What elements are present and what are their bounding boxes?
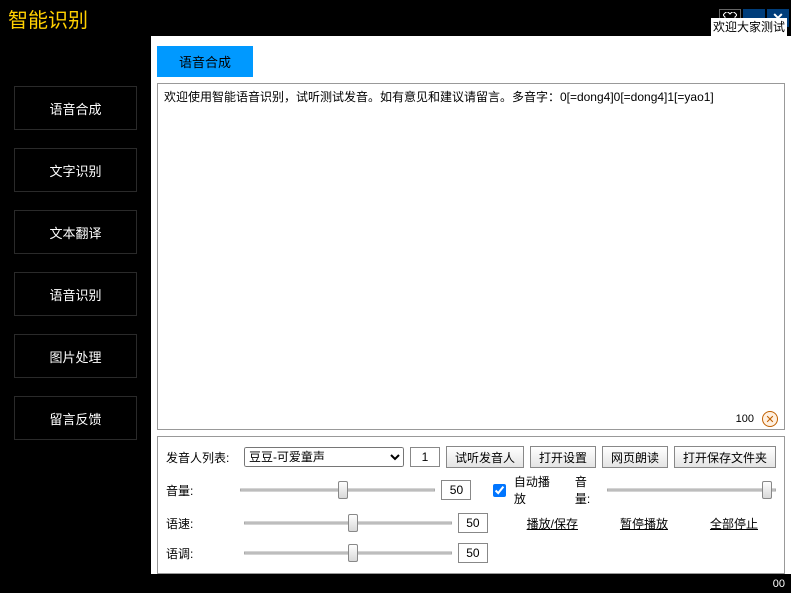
sidebar-item-tts[interactable]: 语音合成	[14, 86, 137, 130]
statusbar: 00	[0, 574, 791, 593]
stop-all-link[interactable]: 全部停止	[710, 515, 758, 532]
sidebar-item-asr[interactable]: 语音识别	[14, 272, 137, 316]
volume2-label: 音量:	[575, 473, 601, 507]
controls-panel: 发音人列表: 豆豆-可爱童声 试听发音人 打开设置 网页朗读 打开保存文件夹 音…	[157, 436, 785, 574]
voice-list-label: 发音人列表:	[166, 449, 238, 466]
sidebar-item-ocr[interactable]: 文字识别	[14, 148, 137, 192]
content-textarea[interactable]	[158, 84, 784, 429]
clear-icon[interactable]: ✕	[762, 411, 778, 427]
speed-value[interactable]	[458, 513, 488, 533]
pitch-label: 语调:	[166, 545, 238, 562]
autoplay-label: 自动播放	[514, 473, 559, 507]
speed-label: 语速:	[166, 515, 238, 532]
web-read-button[interactable]: 网页朗读	[602, 446, 668, 468]
tab-row: 语音合成	[151, 36, 791, 77]
autoplay-volume-slider[interactable]	[607, 480, 776, 500]
sidebar: 语音合成 文字识别 文本翻译 语音识别 图片处理 留言反馈	[0, 36, 151, 574]
page-input[interactable]	[410, 447, 440, 467]
sidebar-item-feedback[interactable]: 留言反馈	[14, 396, 137, 440]
pitch-value[interactable]	[458, 543, 488, 563]
text-input-area: 100 ✕	[157, 83, 785, 430]
welcome-text: 欢迎大家测试	[711, 18, 787, 36]
char-count: 100	[736, 413, 754, 425]
speed-slider[interactable]	[244, 513, 452, 533]
preview-voice-button[interactable]: 试听发音人	[446, 446, 524, 468]
autoplay-checkbox[interactable]	[493, 484, 506, 497]
voice-select[interactable]: 豆豆-可爱童声	[244, 447, 404, 467]
pause-link[interactable]: 暂停播放	[620, 515, 668, 532]
open-folder-button[interactable]: 打开保存文件夹	[674, 446, 776, 468]
volume-value[interactable]	[441, 480, 471, 500]
open-settings-button[interactable]: 打开设置	[530, 446, 596, 468]
pitch-slider[interactable]	[244, 543, 452, 563]
app-title: 智能识别	[8, 4, 88, 33]
status-text: 00	[773, 578, 785, 590]
volume-slider[interactable]	[240, 480, 436, 500]
sidebar-item-image[interactable]: 图片处理	[14, 334, 137, 378]
main-panel: 语音合成 100 ✕ 发音人列表: 豆豆-可爱童声 试听发音人 打开设置 网页朗…	[151, 36, 791, 574]
volume-label: 音量:	[166, 482, 234, 499]
tab-tts[interactable]: 语音合成	[157, 46, 253, 77]
titlebar: 智能识别 – ✕	[0, 0, 791, 36]
play-save-link[interactable]: 播放/保存	[527, 515, 578, 532]
sidebar-item-translate[interactable]: 文本翻译	[14, 210, 137, 254]
